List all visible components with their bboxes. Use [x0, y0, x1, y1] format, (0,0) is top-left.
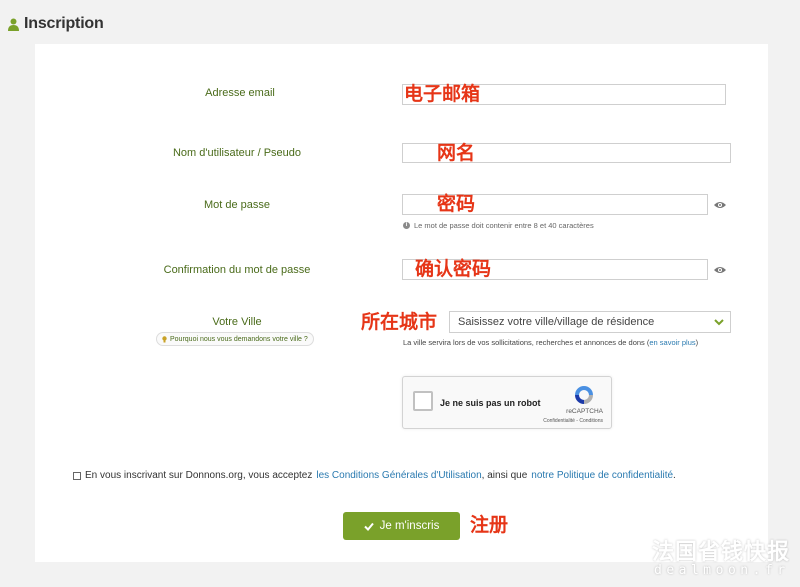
cgu-link[interactable]: les Conditions Générales d'Utilisation — [316, 470, 481, 481]
user-icon — [8, 18, 19, 31]
recaptcha-terms: Confidentialité - Conditions — [543, 418, 603, 424]
terms-text-2: , ainsi que — [481, 470, 528, 481]
password-confirm-annotation: 确认密码 — [415, 258, 492, 280]
terms-row: En vous inscrivant sur Donnons.org, vous… — [73, 470, 676, 481]
privacy-link[interactable]: notre Politique de confidentialité — [531, 470, 673, 481]
city-why-text: Pourquoi nous vous demandons votre ville… — [170, 335, 308, 343]
terms-text-1: En vous inscrivant sur Donnons.org, vous… — [85, 470, 313, 481]
register-button-label: Je m'inscris — [379, 520, 440, 532]
email-label: Adresse email — [205, 87, 275, 99]
show-password-confirm-icon[interactable] — [713, 265, 727, 275]
page-title: Inscription — [24, 15, 104, 32]
show-password-icon[interactable] — [713, 200, 727, 210]
page-header: Inscription — [8, 12, 104, 36]
password-label: Mot de passe — [203, 199, 271, 211]
city-info: La ville servira lors de vos sollicitati… — [403, 338, 699, 347]
recaptcha-widget: Je ne suis pas un robot reCAPTCHA Confid… — [402, 376, 612, 429]
recaptcha-label: Je ne suis pas un robot — [440, 398, 541, 408]
chevron-down-icon — [714, 319, 724, 326]
recaptcha-logo-icon — [575, 386, 593, 404]
lightbulb-icon — [162, 335, 167, 342]
watermark-title: 法国省钱快报 — [652, 540, 791, 565]
username-label: Nom d'utilisateur / Pseudo — [172, 147, 302, 159]
register-button[interactable]: Je m'inscris — [343, 512, 460, 540]
city-label: Votre Ville — [212, 316, 262, 328]
check-icon — [363, 522, 374, 531]
city-why-link[interactable]: Pourquoi nous vous demandons votre ville… — [156, 332, 314, 346]
register-annotation: 注册 — [470, 514, 509, 536]
email-annotation: 电子邮箱 — [404, 83, 481, 105]
learn-more-link[interactable]: en savoir plus — [649, 338, 695, 347]
password-confirm-label: Confirmation du mot de passe — [163, 264, 311, 276]
password-hint-text: Le mot de passe doit contenir entre 8 et… — [414, 221, 594, 230]
info-icon: i — [403, 222, 410, 229]
password-hint: i Le mot de passe doit contenir entre 8 … — [403, 221, 594, 230]
recaptcha-brand: reCAPTCHA — [566, 408, 603, 415]
password-annotation: 密码 — [437, 193, 476, 215]
city-select[interactable]: Saisissez votre ville/village de résiden… — [449, 311, 731, 333]
registration-form — [35, 44, 768, 562]
terms-checkbox[interactable] — [73, 471, 81, 480]
city-select-value: Saisissez votre ville/village de résiden… — [458, 316, 655, 328]
username-annotation: 网名 — [437, 142, 476, 164]
city-annotation: 所在城市 — [361, 311, 438, 333]
recaptcha-checkbox[interactable] — [413, 391, 433, 411]
terms-text-3: . — [673, 470, 676, 481]
watermark-domain: dealmoon.fr — [654, 563, 790, 578]
